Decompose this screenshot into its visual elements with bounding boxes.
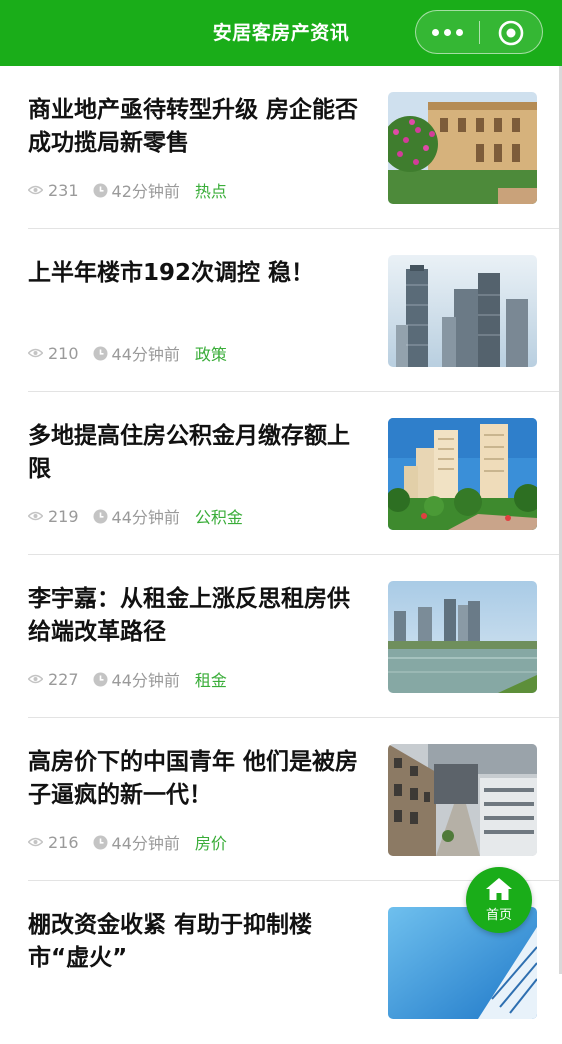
article-item[interactable]: 高房价下的中国青年 他们是被房子逼疯的新一代！ 216 44分钟前 房价 [0, 718, 562, 881]
article-meta: 231 42分钟前 热点 [28, 178, 227, 202]
view-count: 216 [48, 832, 79, 852]
publish-time: 44分钟前 [111, 508, 180, 527]
article-thumbnail [388, 744, 537, 856]
publish-time: 44分钟前 [111, 671, 180, 690]
article-tag[interactable]: 公积金 [195, 504, 243, 528]
publish-time: 42分钟前 [111, 182, 180, 201]
clock-icon [93, 509, 108, 523]
view-count: 210 [48, 343, 79, 363]
eye-icon [28, 348, 43, 358]
article-meta: 219 44分钟前 公积金 [28, 504, 243, 528]
article-thumbnail [388, 92, 537, 204]
publish-time: 44分钟前 [111, 834, 180, 853]
navigation-bar: 安居客房产资讯 [0, 0, 562, 66]
more-menu-icon[interactable] [432, 21, 472, 43]
eye-icon [28, 674, 43, 684]
publish-time: 44分钟前 [111, 345, 180, 364]
article-tag[interactable]: 租金 [195, 667, 227, 691]
article-title: 棚改资金收紧 有助于抑制楼市“虚火” [28, 912, 313, 971]
view-count: 227 [48, 669, 79, 689]
clock-icon [93, 672, 108, 686]
clock-icon [93, 835, 108, 849]
mini-program-capsule [415, 10, 543, 54]
article-item[interactable]: 李宇嘉：从租金上涨反思租房供给端改革路径 227 44分钟前 租金 [0, 555, 562, 718]
eye-icon [28, 837, 43, 847]
article-thumbnail [388, 418, 537, 530]
article-meta: 210 44分钟前 政策 [28, 341, 227, 365]
article-tag[interactable]: 房价 [195, 830, 227, 854]
home-icon [486, 878, 512, 900]
clock-icon [93, 183, 108, 197]
article-meta: 216 44分钟前 房价 [28, 830, 227, 854]
article-title: 李宇嘉：从租金上涨反思租房供给端改革路径 [28, 586, 350, 645]
article-title: 高房价下的中国青年 他们是被房子逼疯的新一代！ [28, 749, 359, 808]
capsule-divider [479, 21, 480, 44]
article-item[interactable]: 商业地产亟待转型升级 房企能否成功揽局新零售 231 42分钟前 热点 [0, 66, 562, 229]
eye-icon [28, 185, 43, 195]
view-count: 219 [48, 506, 79, 526]
article-item[interactable]: 上半年楼市192次调控 稳！ 210 44分钟前 政策 [0, 229, 562, 392]
article-tag[interactable]: 热点 [195, 178, 227, 202]
view-count: 231 [48, 180, 79, 200]
article-title: 上半年楼市192次调控 稳！ [28, 260, 315, 286]
clock-icon [93, 346, 108, 360]
article-thumbnail [388, 581, 537, 693]
close-target-icon[interactable] [498, 20, 524, 46]
article-item[interactable]: 多地提高住房公积金月缴存额上限 219 44分钟前 公积金 [0, 392, 562, 555]
eye-icon [28, 511, 43, 521]
article-tag[interactable]: 政策 [195, 341, 227, 365]
home-fab-button[interactable]: 首页 [466, 867, 532, 933]
article-title: 商业地产亟待转型升级 房企能否成功揽局新零售 [28, 97, 359, 156]
article-meta: 227 44分钟前 租金 [28, 667, 227, 691]
home-label: 首页 [485, 908, 512, 923]
article-thumbnail [388, 255, 537, 367]
article-title: 多地提高住房公积金月缴存额上限 [28, 423, 350, 482]
